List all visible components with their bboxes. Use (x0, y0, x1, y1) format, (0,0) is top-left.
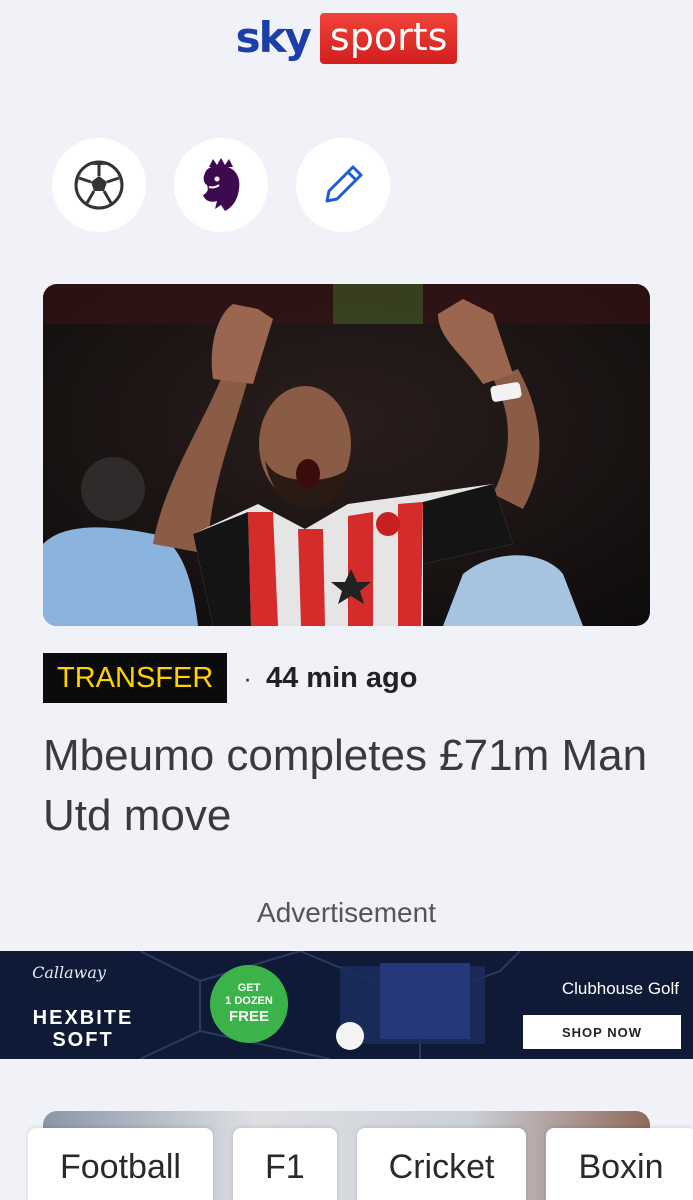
ad-shop-now-button[interactable]: SHOP NOW (523, 1015, 681, 1049)
ad-offer-badge: GET 1 DOZEN FREE (210, 965, 288, 1043)
pencil-icon (325, 165, 363, 203)
article-meta: TRANSFER · 44 min ago (43, 653, 417, 703)
sport-tab-bar: Football F1 Cricket Boxin (28, 1128, 693, 1200)
shortcut-row (52, 138, 390, 232)
ad-offer-mid: 1 DOZEN (225, 995, 273, 1007)
logo-sky: sky (235, 13, 312, 62)
sky-sports-logo[interactable]: sky sports (0, 12, 693, 64)
transfer-tag[interactable]: TRANSFER (43, 653, 228, 703)
edit-shortcuts-button[interactable] (296, 138, 390, 232)
tab-boxing[interactable]: Boxin (546, 1128, 693, 1200)
football-icon (74, 160, 124, 210)
ad-offer-top: GET (237, 982, 261, 994)
advertisement-label: Advertisement (257, 897, 436, 928)
player-photo (43, 284, 650, 626)
football-shortcut-button[interactable] (52, 138, 146, 232)
premier-league-lion-icon (203, 158, 240, 211)
ad-store-name: Clubhouse Golf (561, 979, 679, 998)
logo-sports: sports (319, 12, 458, 64)
article-time: 44 min ago (265, 661, 418, 694)
tab-f1[interactable]: F1 (232, 1128, 337, 1200)
ad-model: HEXBITE SOFT (32, 1007, 134, 1051)
ad-brand: Callaway (32, 963, 106, 982)
article-headline[interactable]: Mbeumo completes £71m Man Utd move (43, 726, 653, 846)
meta-separator: · (243, 662, 252, 693)
advertisement-banner[interactable]: Callaway HEXBITE SOFT GET 1 DOZEN FREE C… (0, 951, 693, 1059)
article-hero-image[interactable] (43, 284, 650, 626)
page: sky sports TRANSFER · 44 min ago Mbeumo … (0, 0, 693, 1200)
premier-league-shortcut-button[interactable] (174, 138, 268, 232)
tab-football[interactable]: Football (28, 1128, 213, 1200)
tab-cricket[interactable]: Cricket (356, 1128, 527, 1200)
ad-offer-bottom: FREE (228, 1008, 269, 1025)
